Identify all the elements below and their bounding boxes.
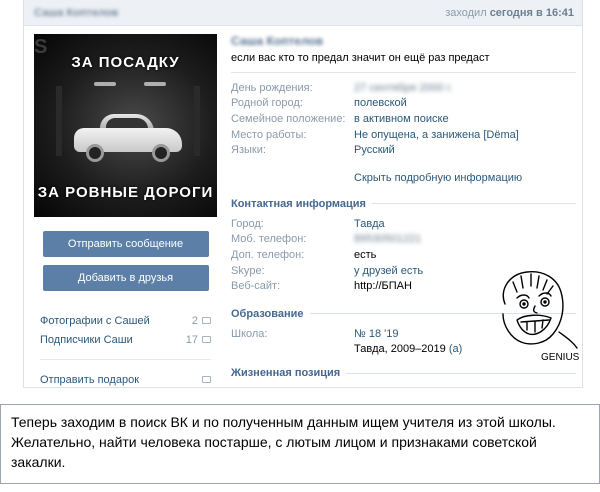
send-message-button[interactable]: Отправить сообщение bbox=[42, 231, 209, 257]
caption-text: Теперь заходим в поиск ВК и по полученны… bbox=[11, 414, 556, 470]
left-links: Фотографии с Сашей 2 Подписчики Саши 17 … bbox=[34, 311, 217, 387]
avatar-caption-top: ЗА ПОСАДКУ bbox=[71, 54, 180, 71]
profile-info: День рождения: 27 сентября 2000 г. Родной… bbox=[231, 80, 576, 158]
camera-icon bbox=[202, 317, 211, 324]
send-gift-link[interactable]: Отправить подарок bbox=[40, 370, 211, 387]
photos-link[interactable]: Фотографии с Сашей 2 bbox=[40, 311, 211, 330]
info-row-hometown: Родной город: полевской bbox=[231, 97, 407, 110]
add-friend-button[interactable]: Добавить в друзья bbox=[42, 265, 209, 291]
contacts-section-header: Контактная информация bbox=[231, 198, 576, 210]
people-icon bbox=[202, 336, 211, 343]
contact-row-mobile: Моб. телефон: 89530501221 bbox=[231, 233, 422, 246]
profile-header-bar: Саша Коптелов заходил сегодня в 16:41 bbox=[24, 0, 582, 26]
car-image bbox=[74, 112, 182, 162]
contact-row-city: Город: Тавда bbox=[231, 217, 385, 230]
avatar-caption-bottom: ЗА РОВНЫЕ ДОРОГИ bbox=[37, 184, 214, 201]
left-column: S ЗА ПОСАДКУ ЗА РОВНЫЕ ДОРОГИ Отправить … bbox=[34, 34, 217, 387]
gift-icon bbox=[202, 376, 211, 383]
profile-name: Саша Коптелов bbox=[231, 34, 324, 48]
caption-text-box: Теперь заходим в поиск ВК и по полученны… bbox=[0, 404, 600, 484]
followers-link[interactable]: Подписчики Саши 17 bbox=[40, 330, 211, 349]
info-row-languages: Языки: Русский bbox=[231, 144, 395, 157]
online-status: заходил сегодня в 16:41 bbox=[445, 6, 574, 19]
genius-meme-face: GENIUS bbox=[502, 271, 580, 363]
header-user-name[interactable]: Саша Коптелов bbox=[34, 7, 118, 19]
hide-details-link[interactable]: Скрыть подробную информацию bbox=[354, 172, 576, 184]
profile-avatar[interactable]: S ЗА ПОСАДКУ ЗА РОВНЫЕ ДОРОГИ bbox=[34, 34, 217, 217]
meme-label: GENIUS bbox=[541, 352, 580, 363]
info-row-relationship: Семейное положение: в активном поиске bbox=[231, 112, 449, 125]
vk-profile-screenshot: Саша Коптелов заходил сегодня в 16:41 S … bbox=[23, 0, 583, 388]
info-row-birthday: День рождения: 27 сентября 2000 г. bbox=[231, 81, 453, 94]
contact-row-extra-phone: Доп. телефон: есть bbox=[231, 248, 377, 261]
profile-status: если вас кто то предал значит он ещё раз… bbox=[231, 52, 490, 64]
info-row-work: Место работы: Не опущена, а занижена [Dёm… bbox=[231, 128, 519, 141]
life-position-section-header: Жизненная позиция bbox=[231, 367, 576, 379]
